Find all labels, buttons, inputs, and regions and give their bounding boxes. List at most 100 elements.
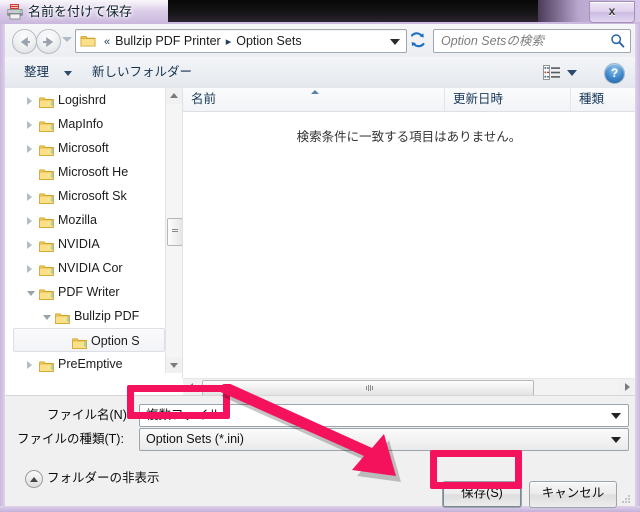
- folder-icon: [39, 261, 54, 274]
- scroll-up-arrow-icon: [170, 93, 178, 98]
- filename-dropdown-icon[interactable]: [611, 413, 621, 419]
- tree-expand-icon[interactable]: [27, 241, 32, 249]
- tree-item-label: Microsoft Sk: [58, 184, 127, 208]
- tree-item-microsoft[interactable]: Microsoft: [13, 136, 165, 160]
- forward-button[interactable]: [36, 29, 61, 54]
- scroll-right-arrow-icon: [625, 383, 630, 391]
- organize-caret-icon[interactable]: [64, 71, 72, 76]
- folder-icon: [39, 189, 54, 202]
- filename-label: ファイル名(N):: [47, 405, 130, 425]
- screenshot-root: 名前を付けて保存 x: [0, 0, 640, 512]
- tree-item-label: Logishrd: [58, 88, 106, 112]
- breadcrumb-overflow[interactable]: «: [100, 36, 114, 48]
- tree-item-label: Option S: [91, 329, 140, 353]
- empty-list-message: 検索条件に一致する項目はありません。: [183, 126, 635, 145]
- cancel-button[interactable]: キャンセル: [529, 481, 617, 508]
- file-form: ファイル名(N): 複数ファイル ファイルの種類(T): Option Sets…: [5, 395, 635, 456]
- filetype-select[interactable]: Option Sets (*.ini): [139, 428, 629, 451]
- hscroll-thumb-grip: [368, 385, 371, 391]
- tree-vertical-scrollbar[interactable]: [165, 88, 182, 373]
- history-dropdown-icon[interactable]: [62, 37, 72, 42]
- search-icon: [610, 33, 625, 48]
- tree-item-label: PDF Writer: [58, 280, 120, 304]
- column-header-type[interactable]: 種類: [571, 88, 635, 111]
- view-mode-caret-icon[interactable]: [567, 70, 577, 76]
- tree-expand-icon[interactable]: [27, 97, 32, 105]
- scroll-down-arrow-icon: [170, 363, 178, 368]
- tree-item-label: PreEmptive: [58, 352, 123, 373]
- navigation-bar: «Bullzip PDF Printer▸Option Sets Option …: [5, 24, 635, 57]
- back-button[interactable]: [12, 29, 37, 54]
- filetype-dropdown-icon[interactable]: [611, 437, 621, 443]
- folder-icon: [39, 117, 54, 130]
- hscroll-thumb[interactable]: [202, 380, 534, 396]
- folder-icon: [39, 165, 54, 178]
- tree-scroll-down-button[interactable]: [166, 357, 182, 373]
- tree-item-mapinfo[interactable]: MapInfo: [13, 112, 165, 136]
- column-label-modified: 更新日時: [453, 92, 503, 106]
- tree-item-label: Microsoft: [58, 136, 109, 160]
- folder-icon: [72, 334, 87, 347]
- tree-scroll-up-button[interactable]: [166, 88, 182, 104]
- scroll-thumb-grip: [172, 229, 178, 232]
- breadcrumb[interactable]: «Bullzip PDF Printer▸Option Sets: [100, 30, 384, 52]
- tree-item-label: Mozilla: [58, 208, 97, 232]
- refresh-icon[interactable]: [407, 29, 429, 51]
- list-horizontal-scrollbar[interactable]: [183, 378, 635, 396]
- organize-button[interactable]: 整理: [24, 57, 49, 88]
- tree-item-pdf-writer[interactable]: PDF Writer: [13, 280, 165, 304]
- view-mode-icon[interactable]: [543, 65, 561, 80]
- help-button[interactable]: ?: [604, 63, 625, 84]
- hide-folders-label: フォルダーの非表示: [47, 468, 160, 488]
- column-label-name: 名前: [191, 92, 216, 106]
- hscroll-right-button[interactable]: [618, 379, 635, 396]
- tree-expand-icon[interactable]: [27, 193, 32, 201]
- file-list-pane[interactable]: 名前 更新日時 種類 検索条件に一致する項目はありません。: [183, 88, 635, 378]
- tree-item-logishrd[interactable]: Logishrd: [13, 88, 165, 112]
- tree-expand-icon[interactable]: [27, 265, 32, 273]
- breadcrumb-item-1[interactable]: Option Sets: [235, 34, 302, 48]
- tree-item-microsoft-sk[interactable]: Microsoft Sk: [13, 184, 165, 208]
- filetype-label: ファイルの種類(T):: [17, 429, 124, 449]
- tree-item-label: NVIDIA: [58, 232, 100, 256]
- save-as-dialog: 名前を付けて保存 x: [0, 0, 640, 512]
- column-header-modified[interactable]: 更新日時: [445, 88, 571, 111]
- tree-item-bullzip-pdf[interactable]: Bullzip PDF: [13, 304, 165, 328]
- sort-ascending-icon: [311, 90, 319, 94]
- tree-item-nvidia-cor[interactable]: NVIDIA Cor: [13, 256, 165, 280]
- tree-expand-icon[interactable]: [27, 361, 32, 369]
- breadcrumb-item-0[interactable]: Bullzip PDF Printer: [114, 34, 222, 48]
- new-folder-button[interactable]: 新しいフォルダー: [92, 57, 192, 88]
- window-title: 名前を付けて保存: [28, 3, 132, 21]
- tree-expand-icon[interactable]: [27, 217, 32, 225]
- tree-collapse-icon[interactable]: [27, 291, 35, 296]
- tree-collapse-icon[interactable]: [43, 315, 51, 320]
- column-header-row: 名前 更新日時 種類: [183, 88, 635, 112]
- folder-icon: [80, 33, 96, 48]
- tree-item-microsoft-he[interactable]: Microsoft He: [13, 160, 165, 184]
- folder-tree[interactable]: LogishrdMapInfoMicrosoftMicrosoft HeMicr…: [13, 88, 165, 373]
- tree-scroll-thumb[interactable]: [167, 218, 183, 246]
- search-input[interactable]: Option Setsの検索: [433, 29, 631, 53]
- forward-arrow-stem: [43, 41, 50, 43]
- dialog-client-area: «Bullzip PDF Printer▸Option Sets Option …: [5, 24, 635, 506]
- tree-item-nvidia[interactable]: NVIDIA: [13, 232, 165, 256]
- chevron-up-icon: [30, 477, 38, 482]
- printer-icon: [6, 3, 24, 20]
- tree-item-mozilla[interactable]: Mozilla: [13, 208, 165, 232]
- address-bar[interactable]: «Bullzip PDF Printer▸Option Sets: [75, 29, 407, 53]
- tree-item-option-s[interactable]: Option S: [13, 328, 165, 352]
- resize-grip-icon[interactable]: [621, 494, 631, 504]
- breadcrumb-separator-0: ▸: [222, 36, 236, 48]
- tree-expand-icon[interactable]: [27, 145, 32, 153]
- browser-area: LogishrdMapInfoMicrosoftMicrosoft HeMicr…: [5, 88, 635, 395]
- tree-expand-icon[interactable]: [27, 121, 32, 129]
- column-header-name[interactable]: 名前: [183, 88, 445, 111]
- folder-icon: [39, 213, 54, 226]
- command-toolbar: 整理 新しいフォルダー ?: [5, 57, 635, 89]
- title-bar: 名前を付けて保存 x: [0, 0, 640, 26]
- close-button[interactable]: x: [589, 1, 635, 23]
- address-dropdown-icon[interactable]: [390, 39, 400, 45]
- folder-icon: [39, 93, 54, 106]
- tree-item-preemptive[interactable]: PreEmptive: [13, 352, 165, 373]
